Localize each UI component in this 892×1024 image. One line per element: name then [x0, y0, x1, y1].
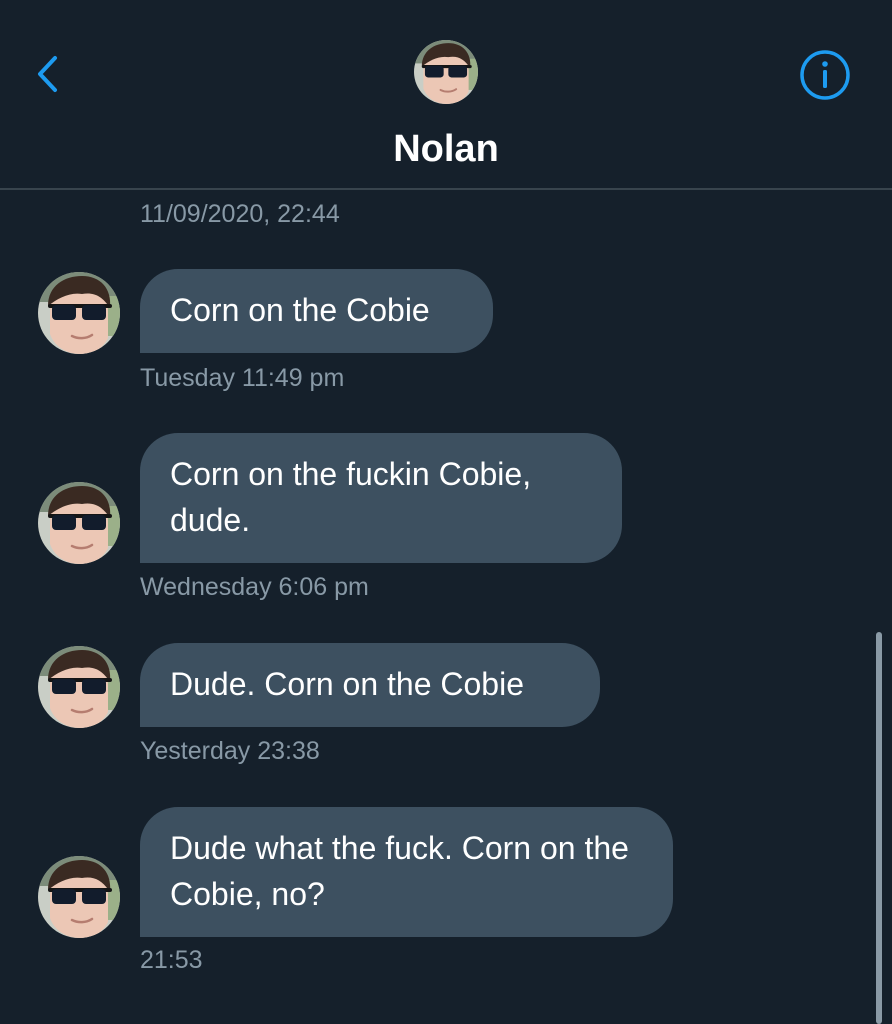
sender-avatar[interactable] — [38, 272, 120, 354]
message-bubble[interactable]: Dude. Corn on the Cobie — [140, 643, 600, 727]
conversation-header: Nolan — [0, 0, 892, 190]
contact-avatar[interactable] — [414, 40, 478, 104]
message-timestamp: Tuesday 11:49 pm — [140, 364, 345, 392]
message-text: Dude what the fuck. Corn on the Cobie, n… — [170, 830, 629, 912]
info-circle-icon — [800, 50, 850, 100]
back-button[interactable] — [28, 50, 68, 98]
message-text: Corn on the fuckin Cobie, dude. — [170, 456, 532, 538]
sender-avatar[interactable] — [38, 482, 120, 564]
message-bubble[interactable]: Dude what the fuck. Corn on the Cobie, n… — [140, 807, 673, 937]
message-bubble[interactable]: Corn on the Cobie — [140, 269, 493, 353]
info-button[interactable] — [798, 48, 852, 102]
message-text: Dude. Corn on the Cobie — [170, 666, 524, 702]
message-timestamp: 21:53 — [140, 946, 203, 974]
chevron-left-icon — [38, 56, 57, 92]
message-timestamp: Wednesday 6:06 pm — [140, 573, 369, 601]
message-timestamp: Yesterday 23:38 — [140, 737, 320, 765]
conversation-start-timestamp: 11/09/2020, 22:44 — [140, 200, 340, 228]
message-bubble[interactable]: Corn on the fuckin Cobie, dude. — [140, 433, 622, 563]
message-text: Corn on the Cobie — [170, 292, 430, 328]
sender-avatar[interactable] — [38, 856, 120, 938]
sender-avatar[interactable] — [38, 646, 120, 728]
contact-name: Nolan — [393, 128, 499, 170]
scrollbar[interactable] — [876, 632, 882, 1024]
